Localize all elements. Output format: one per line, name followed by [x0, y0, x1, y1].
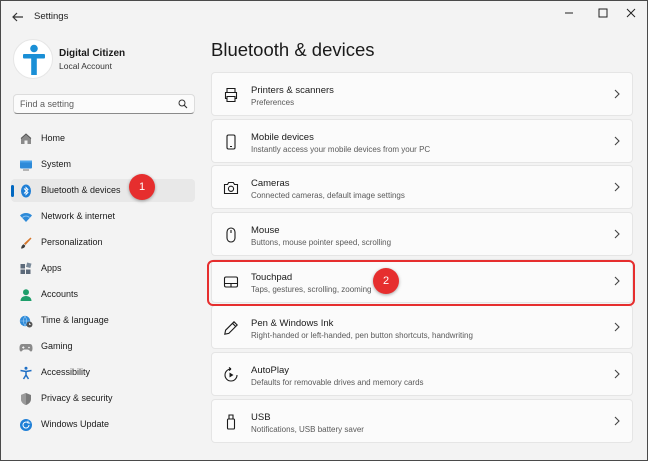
- card-title: Printers & scanners: [251, 85, 334, 96]
- chevron-right-icon: [614, 136, 620, 146]
- account-type: Local Account: [59, 61, 112, 71]
- sidebar-item-bluetooth[interactable]: Bluetooth & devices: [11, 179, 195, 202]
- card-mobile-devices[interactable]: Mobile devices Instantly access your mob…: [211, 118, 633, 163]
- sidebar-item-label: Time & language: [41, 315, 109, 325]
- gamepad-icon: [19, 344, 33, 352]
- sidebar-item-network[interactable]: Network & internet: [11, 205, 195, 228]
- card-title: USB: [251, 411, 271, 423]
- card-description: Defaults for removable drives and memory…: [251, 378, 424, 388]
- card-title: Mobile devices: [251, 131, 314, 143]
- sidebar-item-label: Accounts: [41, 289, 79, 299]
- chevron-right-icon: [614, 229, 620, 239]
- sidebar-item-label: Accessibility: [41, 367, 91, 377]
- brush-icon: [21, 237, 32, 249]
- sidebar-item-gaming[interactable]: Gaming: [11, 335, 195, 358]
- person-icon: [20, 289, 32, 301]
- settings-window: Settings Digital Citizen Local Account F…: [1, 1, 647, 460]
- search-icon[interactable]: [178, 99, 188, 109]
- window-title: Settings: [34, 11, 69, 22]
- camera-icon: [223, 182, 239, 195]
- card-cameras[interactable]: Cameras Connected cameras, default image…: [211, 165, 633, 210]
- sidebar-item-privacy[interactable]: Privacy & security: [11, 387, 195, 410]
- avatar[interactable]: [13, 39, 53, 79]
- accessibility-icon: [20, 366, 32, 380]
- sidebar-item-time-language[interactable]: Time & language: [11, 309, 195, 332]
- page-title: Bluetooth & devices: [211, 39, 375, 60]
- title-bar: Settings: [1, 1, 647, 33]
- sidebar-item-label: Bluetooth & devices: [41, 185, 121, 195]
- chevron-right-icon: [614, 89, 620, 99]
- phone-icon: [226, 134, 236, 150]
- sidebar-item-label: Gaming: [41, 341, 73, 351]
- card-pen-windows-ink[interactable]: Pen & Windows Ink Right-handed or left-h…: [211, 305, 633, 350]
- sidebar-item-accounts[interactable]: Accounts: [11, 283, 195, 306]
- sidebar-item-label: Privacy & security: [41, 393, 113, 403]
- system-monitor-icon: [20, 160, 32, 171]
- wifi-icon: [20, 213, 32, 222]
- apps-icon: [20, 262, 32, 274]
- card-title: Mouse: [251, 225, 280, 237]
- card-description: Preferences: [251, 98, 295, 107]
- back-arrow-icon[interactable]: [7, 7, 29, 27]
- sidebar-item-accessibility[interactable]: Accessibility: [11, 361, 195, 384]
- card-title: Cameras: [251, 178, 290, 190]
- touchpad-icon: [223, 276, 239, 288]
- user-name: Digital Citizen: [59, 48, 126, 59]
- globe-clock-icon: [19, 315, 33, 328]
- sidebar-item-system[interactable]: System: [11, 153, 195, 176]
- sidebar-item-personalization[interactable]: Personalization: [11, 231, 195, 254]
- sidebar-item-label: Apps: [41, 263, 62, 273]
- update-icon: [20, 419, 32, 431]
- chevron-right-icon: [614, 369, 620, 379]
- card-touchpad[interactable]: Touchpad Taps, gestures, scrolling, zoom…: [211, 258, 633, 303]
- mouse-icon: [226, 227, 236, 243]
- shield-icon: [21, 393, 31, 405]
- card-description: Notifications, USB battery saver: [251, 424, 364, 434]
- card-description: Instantly access your mobile devices fro…: [251, 144, 431, 154]
- settings-card-list: Printers & scanners Preferences Mobile d…: [211, 72, 633, 446]
- usb-icon: [226, 414, 236, 430]
- chevron-right-icon: [614, 276, 620, 286]
- card-autoplay[interactable]: AutoPlay Defaults for removable drives a…: [211, 352, 633, 397]
- card-description: Connected cameras, default image setting…: [251, 191, 405, 201]
- printer-icon: [224, 87, 238, 103]
- chevron-right-icon: [614, 182, 620, 192]
- card-usb[interactable]: USB Notifications, USB battery saver: [211, 398, 633, 443]
- sidebar-item-label: Personalization: [41, 237, 103, 247]
- close-icon[interactable]: [615, 3, 647, 23]
- minimize-icon[interactable]: [553, 3, 585, 23]
- card-description: Right-handed or left-handed, pen button …: [251, 331, 473, 341]
- sidebar-item-apps[interactable]: Apps: [11, 257, 195, 280]
- step-badge-1: 1: [129, 174, 155, 200]
- sidebar-item-label: Network & internet: [41, 211, 116, 221]
- autoplay-icon: [224, 367, 238, 382]
- sidebar-item-label: Windows Update: [41, 419, 110, 429]
- chevron-right-icon: [614, 416, 620, 426]
- card-title: Pen & Windows Ink: [251, 318, 334, 330]
- card-title: Touchpad: [251, 271, 293, 283]
- card-mouse[interactable]: Mouse Buttons, mouse pointer speed, scro…: [211, 212, 633, 257]
- card-description: Buttons, mouse pointer speed, scrolling: [251, 238, 392, 248]
- card-title: AutoPlay: [251, 365, 290, 377]
- home-icon: [20, 133, 32, 144]
- sidebar-nav: Home System Bluetooth & devices Network …: [11, 127, 195, 439]
- card-printers-scanners[interactable]: Printers & scanners Preferences: [211, 72, 633, 116]
- card-description: Taps, gestures, scrolling, zooming: [251, 284, 372, 294]
- bluetooth-icon: [21, 184, 31, 198]
- chevron-right-icon: [614, 323, 620, 332]
- search-box[interactable]: [13, 94, 195, 114]
- step-badge-2: 2: [373, 268, 399, 294]
- pen-icon: [224, 321, 238, 336]
- sidebar-item-windows-update[interactable]: Windows Update: [11, 413, 195, 436]
- sidebar-item-home[interactable]: Home: [11, 127, 195, 150]
- search-input[interactable]: [14, 95, 174, 113]
- sidebar-item-label: System: [41, 159, 72, 169]
- sidebar-item-label: Home: [41, 133, 66, 143]
